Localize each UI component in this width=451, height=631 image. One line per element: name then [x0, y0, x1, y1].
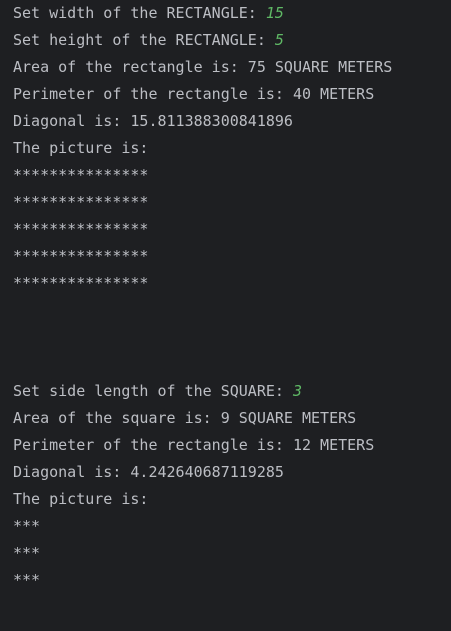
rect-width-line: Set width of the RECTANGLE: 15 [13, 0, 451, 27]
square-picture-row: *** [13, 517, 41, 535]
rect-picture-row: *************** [13, 220, 149, 238]
rect-height-prompt: Set height of the RECTANGLE: [13, 31, 275, 49]
rect-area-line: Area of the rectangle is: 75 SQUARE METE… [13, 58, 393, 76]
square-picture-row: *** [13, 571, 41, 589]
rect-height-input: 5 [274, 31, 284, 49]
rect-picture-row: *************** [13, 166, 149, 184]
rect-diagonal-line: Diagonal is: 15.811388300841896 [13, 112, 293, 130]
rect-perimeter-line: Perimeter of the rectangle is: 40 METERS [13, 85, 375, 103]
rect-width-prompt: Set width of the RECTANGLE: [13, 4, 266, 22]
square-side-line: Set side length of the SQUARE: 3 [13, 378, 451, 405]
rect-picture-row: *************** [13, 193, 149, 211]
rect-width-input: 15 [265, 4, 284, 22]
square-diagonal-line: Diagonal is: 4.242640687119285 [13, 463, 284, 481]
rect-height-line: Set height of the RECTANGLE: 5 [13, 27, 451, 54]
square-perimeter-line: Perimeter of the rectangle is: 12 METERS [13, 436, 375, 454]
console-output[interactable]: Set width of the RECTANGLE: 15 Set heigh… [13, 0, 451, 631]
square-side-input: 3 [292, 382, 302, 400]
square-picture-label: The picture is: [13, 490, 149, 508]
square-area-line: Area of the square is: 9 SQUARE METERS [13, 409, 357, 427]
square-side-prompt: Set side length of the SQUARE: [13, 382, 293, 400]
rect-picture-row: *************** [13, 274, 149, 292]
rect-picture-row: *************** [13, 247, 149, 265]
rect-picture-label: The picture is: [13, 139, 149, 157]
square-picture-row: *** [13, 544, 41, 562]
